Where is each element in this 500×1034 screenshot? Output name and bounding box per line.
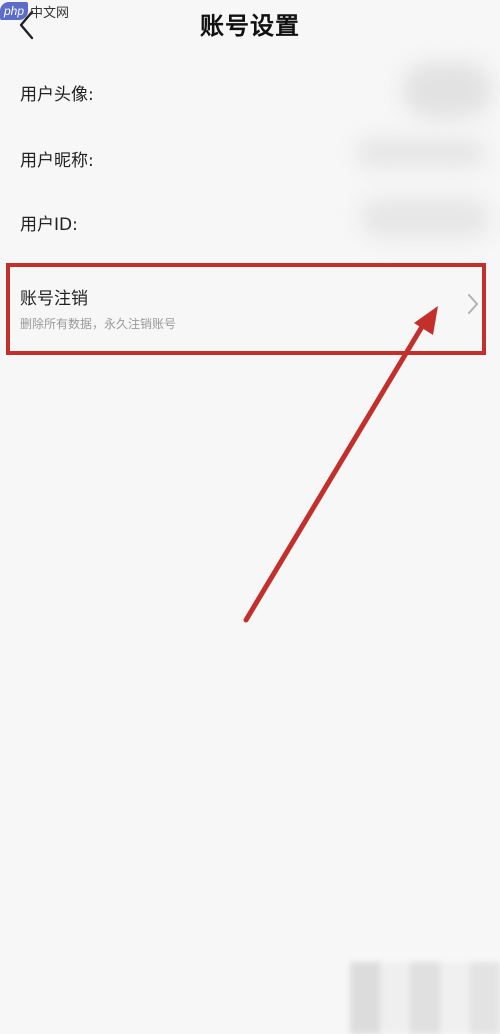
highlight-box xyxy=(6,263,486,355)
blurred-corner xyxy=(350,962,500,1034)
page-header: 账号设置 xyxy=(0,0,500,52)
nickname-label: 用户昵称: xyxy=(20,151,94,171)
watermark-badge: php xyxy=(0,2,29,20)
avatar-image xyxy=(402,62,492,118)
nickname-value xyxy=(356,138,486,168)
page-title: 账号设置 xyxy=(200,12,300,40)
avatar-label: 用户头像: xyxy=(20,85,94,105)
userid-label: 用户ID: xyxy=(20,215,78,235)
userid-value xyxy=(360,198,490,238)
watermark-text: 中文网 xyxy=(30,5,70,21)
nickname-row[interactable]: 用户昵称: xyxy=(0,124,500,188)
avatar-row[interactable]: 用户头像: xyxy=(0,60,500,124)
userid-row: 用户ID: xyxy=(0,188,500,252)
site-watermark: php 中文网 xyxy=(0,0,69,22)
